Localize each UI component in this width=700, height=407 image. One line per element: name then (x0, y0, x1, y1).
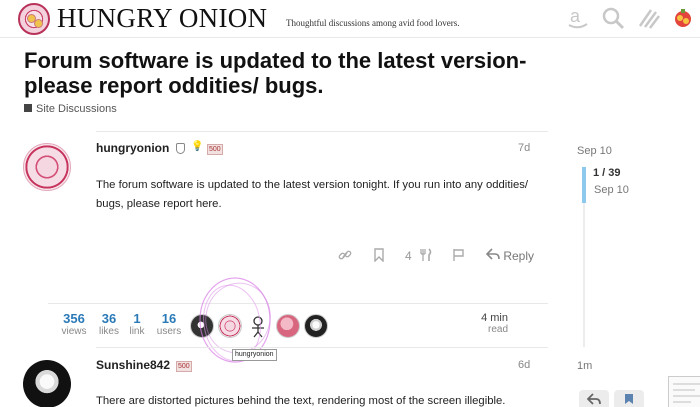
stat-number: 36 (101, 311, 117, 326)
stat-number: 16 (161, 311, 177, 326)
participant-avatar[interactable] (304, 314, 328, 338)
logo-icon[interactable] (18, 3, 50, 35)
thumbnail-preview (668, 376, 700, 407)
search-icon[interactable] (600, 6, 626, 32)
read-time-label: read (487, 324, 508, 335)
reply-label: Reply (503, 249, 535, 263)
post-body: The forum software is updated to the lat… (96, 179, 529, 210)
bookmark-icon[interactable] (373, 248, 385, 265)
topic-title[interactable]: Forum software is updated to the latest … (24, 48, 584, 98)
menu-icon[interactable] (636, 6, 662, 32)
stat-likes: 36 likes (94, 311, 124, 337)
participant-avatar[interactable] (218, 314, 242, 338)
share-button[interactable] (614, 390, 644, 407)
read-time-value: 4 min (481, 312, 508, 324)
post-divider (96, 131, 548, 132)
reply-topic-button[interactable] (579, 390, 609, 407)
stat-label: link (129, 326, 145, 337)
post-username[interactable]: Sunshine842 (96, 358, 170, 372)
stat-views: 356 views (56, 311, 92, 337)
avatar[interactable] (23, 143, 71, 191)
timeline-start-date[interactable]: Sep 10 (577, 145, 612, 157)
stat-number: 1 (133, 311, 141, 326)
stat-users: 16 users (154, 311, 184, 337)
participant-avatar[interactable] (246, 314, 270, 338)
post-date[interactable]: 7d (518, 142, 530, 154)
reply-arrow-icon (485, 248, 500, 263)
post-body: There are distorted pictures behind the … (96, 395, 506, 407)
like-count[interactable]: 4 (405, 249, 412, 263)
fork-knife-like-icon[interactable] (419, 248, 433, 265)
timeline-position: 1 / 39 (593, 167, 621, 179)
user-tooltip: hungryonion (232, 349, 277, 361)
stats-divider (48, 303, 548, 304)
bookmark-icon (625, 394, 633, 404)
lightbulb-icon: 💡 (191, 141, 204, 152)
amazon-icon[interactable]: a (565, 6, 591, 32)
stat-links: 1 link (126, 311, 148, 337)
category-link[interactable]: Site Discussions (24, 103, 117, 115)
avatar[interactable] (23, 360, 71, 407)
post-divider (96, 347, 548, 348)
post-username[interactable]: hungryonion (96, 141, 169, 155)
participant-avatar[interactable] (276, 314, 300, 338)
participant-avatar[interactable] (190, 314, 214, 338)
stat-label: views (61, 326, 87, 337)
stat-label: likes (98, 326, 119, 337)
link-icon[interactable] (338, 248, 352, 265)
timeline-current-date: Sep 10 (594, 184, 629, 196)
post-date[interactable]: 6d (518, 359, 530, 371)
reply-button[interactable]: Reply (485, 248, 535, 263)
reply-arrow-icon (586, 393, 601, 405)
read-time: 4 min read (470, 312, 508, 335)
category-color-square (24, 104, 32, 112)
site-tagline: Thoughtful discussions among avid food l… (286, 18, 460, 28)
user-badge: 500 (207, 144, 223, 155)
moderator-shield-icon (176, 143, 185, 154)
site-header: HUNGRY ONION Thoughtful discussions amon… (0, 0, 700, 38)
category-label: Site Discussions (36, 103, 117, 115)
timeline-handle[interactable] (582, 167, 586, 203)
stat-label: users (156, 326, 182, 337)
site-title[interactable]: HUNGRY ONION (57, 3, 267, 34)
flag-icon[interactable] (452, 248, 465, 265)
timeline-end-label[interactable]: 1m (577, 360, 592, 372)
user-avatar[interactable] (670, 6, 696, 32)
user-badge: 500 (176, 361, 192, 372)
svg-text:a: a (570, 6, 581, 26)
stat-number: 356 (63, 311, 85, 326)
